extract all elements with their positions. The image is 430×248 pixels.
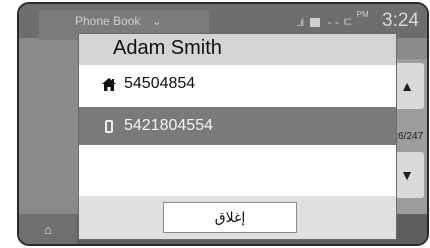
contact-number-label: 5421804554 <box>124 117 213 134</box>
signal-icon: ..ıl <box>296 18 304 29</box>
home-icon: ⌂ <box>44 221 52 237</box>
network-icon: - - ㄷ <box>327 15 354 29</box>
clock: 3:24 <box>382 10 419 31</box>
triangle-up-icon: ▲ <box>400 78 414 94</box>
status-area: ..ıl - - ㄷ PM 3:24 <box>296 10 419 32</box>
contact-number-mobile[interactable]: 5421804554 <box>79 107 396 145</box>
mobile-phone-icon <box>101 118 117 134</box>
contact-number-label: 54504854 <box>124 75 196 92</box>
contact-number-home[interactable]: 54504854 <box>79 65 396 103</box>
dialog-title: Adam Smith <box>79 34 396 65</box>
triangle-down-icon: ▼ <box>400 167 414 183</box>
top-bar: Phone Book ⌄ ..ıl - - ㄷ PM 3:24 <box>19 4 427 40</box>
home-icon <box>101 76 117 92</box>
head-unit-screen: Phone Book ⌄ ..ıl - - ㄷ PM 3:24 ▲ 226/24… <box>19 4 427 244</box>
dialog-footer: إغلاق <box>79 196 396 239</box>
chevron-down-icon: ⌄ <box>151 14 162 28</box>
pm-indicator: PM <box>356 10 369 19</box>
home-button[interactable]: ⌂ <box>19 214 77 244</box>
battery-icon <box>310 18 321 28</box>
phone-book-tab-label: Phone Book <box>75 14 141 28</box>
contact-dialog: Adam Smith 54504854 5421804554 إغلاق <box>79 34 396 239</box>
close-button[interactable]: إغلاق <box>163 202 297 233</box>
